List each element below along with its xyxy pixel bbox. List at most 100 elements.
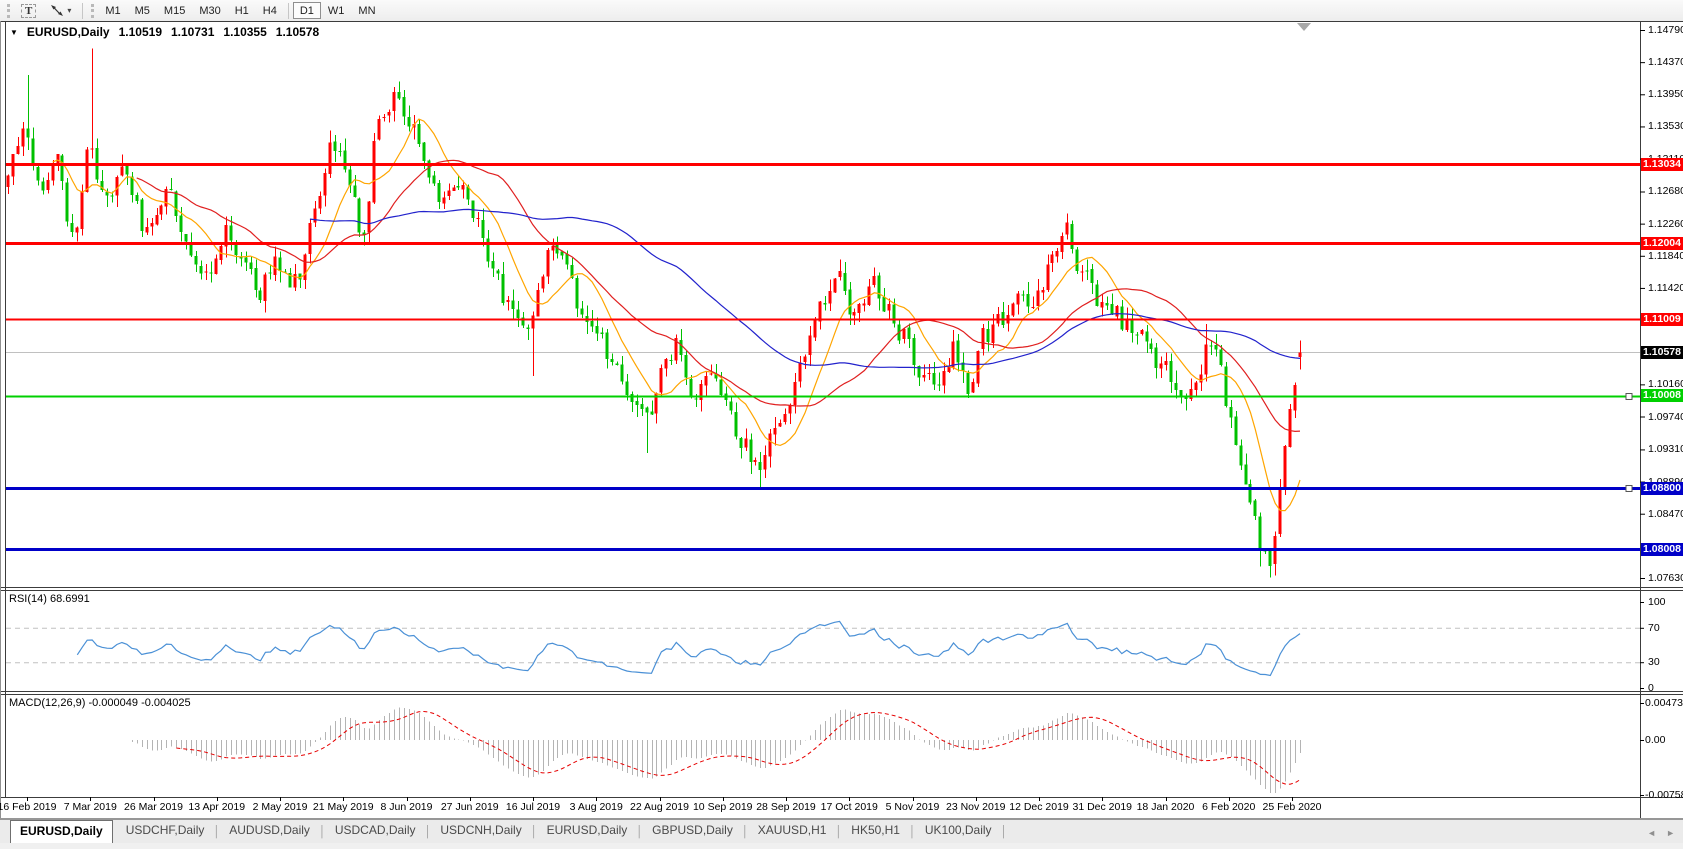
candle-body	[507, 300, 510, 302]
candle-body	[606, 332, 609, 359]
arrow-objects-icon	[50, 4, 64, 17]
candle-body	[1121, 307, 1124, 330]
candle-body	[769, 433, 772, 456]
candle-body	[210, 273, 213, 274]
timeframe-button-m30[interactable]: M30	[192, 2, 227, 19]
chart-tab-eurusd-daily[interactable]: EURUSD,Daily	[538, 823, 637, 843]
candle-body	[329, 143, 332, 175]
candle-body	[1210, 346, 1213, 347]
ohlc-open: 1.10519	[119, 25, 162, 39]
candle-body	[566, 254, 569, 265]
candle-body	[517, 310, 520, 319]
timeframe-button-w1[interactable]: W1	[321, 2, 352, 19]
dropdown-caret-icon: ▾	[67, 6, 71, 15]
candle-body	[111, 195, 114, 196]
candle-body	[824, 303, 827, 305]
candle-body	[888, 304, 891, 311]
candle-body	[448, 191, 451, 197]
candle-body	[804, 357, 807, 363]
candle-body	[205, 272, 208, 273]
toolbar-grip[interactable]	[91, 4, 94, 18]
candle-body	[1240, 445, 1243, 465]
arrow-objects-button[interactable]: ▾	[43, 2, 78, 19]
candle-body	[542, 276, 545, 288]
candle-body	[383, 117, 386, 118]
tab-scroll-right-icon[interactable]: ►	[1666, 828, 1675, 838]
timeframe-button-m5[interactable]: M5	[128, 2, 157, 19]
candle-body	[651, 411, 654, 414]
candle-body	[136, 195, 139, 201]
tab-separator: │	[1001, 823, 1008, 843]
candle-body	[32, 138, 35, 165]
line-handle[interactable]	[1626, 394, 1632, 400]
candle-body	[319, 196, 322, 209]
candle-body	[943, 371, 946, 386]
candle-body	[334, 141, 337, 151]
candle-body	[992, 325, 995, 343]
timeframe-button-m15[interactable]: M15	[157, 2, 192, 19]
candle-body	[1220, 350, 1223, 365]
candle-body	[928, 373, 931, 374]
chart-tab-eurusd-daily[interactable]: EURUSD,Daily	[10, 820, 113, 843]
chart-canvas[interactable]	[0, 0, 1683, 849]
candle-body	[690, 379, 693, 397]
chart-tab-bar: EURUSD,DailyUSDCHF,Daily│AUDUSD,Daily│US…	[0, 819, 1683, 843]
candle-body	[66, 183, 69, 222]
candle-body	[665, 359, 668, 369]
symbol-dropdown-triangle-icon[interactable]: ▼	[10, 28, 18, 37]
candle-body	[1245, 465, 1248, 485]
line-handle[interactable]	[1626, 486, 1632, 492]
chart-tab-uk100-daily[interactable]: UK100,Daily	[916, 823, 1001, 843]
candle-body	[774, 428, 777, 434]
candle-body	[250, 263, 253, 269]
candle-body	[279, 258, 282, 272]
timeframe-button-group: M1M5M15M30H1H4 D1W1MN	[98, 2, 382, 19]
candle-body	[660, 368, 663, 393]
timeframe-button-h1[interactable]: H1	[228, 2, 256, 19]
timeframe-button-h4[interactable]: H4	[256, 2, 284, 19]
chart-tab-list: EURUSD,DailyUSDCHF,Daily│AUDUSD,Daily│US…	[10, 820, 1007, 843]
candle-body	[1284, 446, 1287, 490]
candle-body	[799, 362, 802, 381]
candle-body	[720, 379, 723, 394]
candle-body	[116, 177, 119, 196]
timeframe-button-d1[interactable]: D1	[293, 2, 321, 19]
tab-scroll-left-icon[interactable]: ◄	[1647, 828, 1656, 838]
candle-body	[631, 394, 634, 402]
chart-tab-usdchf-daily[interactable]: USDCHF,Daily	[117, 823, 214, 843]
candle-body	[1012, 304, 1015, 316]
chart-shift-marker[interactable]	[1297, 23, 1311, 31]
chart-title: ▼ EURUSD,Daily 1.10519 1.10731 1.10355 1…	[10, 25, 319, 39]
candle-body	[1076, 249, 1079, 270]
candle-body	[680, 340, 683, 355]
candle-body	[626, 381, 629, 395]
timeframe-button-mn[interactable]: MN	[351, 2, 382, 19]
candle-body	[794, 382, 797, 405]
chart-tab-audusd-daily[interactable]: AUDUSD,Daily	[220, 823, 319, 843]
chart-tab-gbpusd-daily[interactable]: GBPUSD,Daily	[643, 823, 742, 843]
tab-separator: │	[909, 823, 916, 843]
chart-tab-usdcad-daily[interactable]: USDCAD,Daily	[326, 823, 425, 843]
candle-body	[76, 227, 79, 232]
candle-body	[1299, 352, 1302, 357]
candle-body	[1175, 383, 1178, 390]
candle-body	[339, 151, 342, 152]
candle-body	[1225, 366, 1228, 406]
candle-body	[314, 208, 317, 222]
candle-body	[764, 455, 767, 469]
candle-body	[1086, 270, 1089, 271]
candle-body	[908, 327, 911, 339]
timeframe-button-m1[interactable]: M1	[98, 2, 127, 19]
candle-body	[957, 341, 960, 363]
text-tool-button[interactable]: T	[14, 2, 43, 19]
candle-body	[735, 412, 738, 437]
toolbar-separator	[288, 3, 289, 19]
tab-separator: │	[531, 823, 538, 843]
candle-body	[809, 336, 812, 355]
candle-body	[1116, 306, 1119, 316]
chart-tab-xauusd-h1[interactable]: XAUUSD,H1	[749, 823, 836, 843]
toolbar-grip[interactable]	[7, 4, 10, 18]
chart-tab-hk50-h1[interactable]: HK50,H1	[842, 823, 909, 843]
candle-body	[581, 309, 584, 315]
chart-tab-usdcnh-daily[interactable]: USDCNH,Daily	[431, 823, 530, 843]
